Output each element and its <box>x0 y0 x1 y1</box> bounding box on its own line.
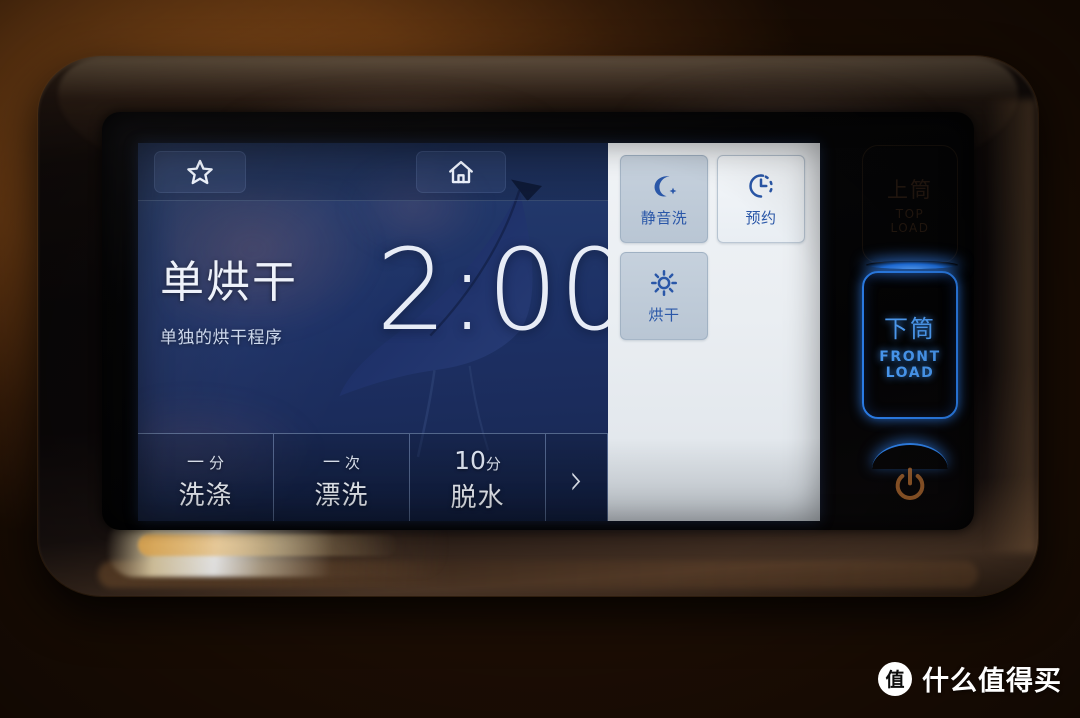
option-dry-label: 烘干 <box>648 305 680 324</box>
program-steps-bar: 一分 洗涤 一次 漂洗 10分 脱水 › <box>138 433 608 521</box>
step-spin-unit: 分 <box>485 454 501 473</box>
step-wash-value: 一分 <box>187 448 224 473</box>
photo-scene: 单烘干 单独的烘干程序 2:00 一分 洗涤 一次 漂洗 10分 脱水 › 静音… <box>0 0 1080 718</box>
remaining-time: 2:00 <box>376 226 608 356</box>
step-rinse-label: 漂洗 <box>314 480 369 511</box>
options-panel: 静音洗 预约 烘干 <box>608 143 820 521</box>
hardware-key-column: 上筒 TOP LOAD 下筒 FRONT LOAD <box>848 143 972 521</box>
home-icon <box>449 160 473 184</box>
step-spin-label: 脱水 <box>450 482 505 513</box>
option-delay-start[interactable]: 预约 <box>717 155 805 243</box>
option-quiet-wash[interactable]: 静音洗 <box>620 155 708 243</box>
step-rinse[interactable]: 一次 漂洗 <box>274 434 410 521</box>
front-load-label-cn: 下筒 <box>884 315 936 343</box>
bezel-side-gloss <box>986 99 1036 553</box>
step-wash-amount: 一 <box>186 452 209 473</box>
program-info: 单烘干 单独的烘干程序 <box>160 257 298 349</box>
top-load-button[interactable]: 上筒 TOP LOAD <box>862 145 958 263</box>
option-dry[interactable]: 烘干 <box>620 252 708 340</box>
steps-next-button[interactable]: › <box>546 434 608 521</box>
star-icon <box>187 159 213 185</box>
step-spin-amount: 10 <box>454 445 486 475</box>
step-wash-unit: 分 <box>208 453 224 472</box>
lcd-main-area: 单烘干 单独的烘干程序 2:00 一分 洗涤 一次 漂洗 10分 脱水 › <box>138 143 608 521</box>
lcd-screen[interactable]: 单烘干 单独的烘干程序 2:00 一分 洗涤 一次 漂洗 10分 脱水 › 静音… <box>138 143 820 521</box>
program-subtitle: 单独的烘干程序 <box>160 328 283 348</box>
step-rinse-value: 一次 <box>323 448 360 473</box>
top-load-label-en2: LOAD <box>890 220 930 235</box>
chevron-right-icon: › <box>569 454 584 505</box>
power-button[interactable] <box>890 465 930 505</box>
step-wash-label: 洗涤 <box>178 480 233 511</box>
bezel-specular-highlight-warm <box>138 533 398 556</box>
power-icon <box>895 467 925 500</box>
front-load-top-glow <box>866 261 958 269</box>
moon-icon <box>654 175 677 197</box>
home-button[interactable] <box>416 151 506 193</box>
sun-icon <box>650 269 677 296</box>
watermark: 值 什么值得买 <box>878 659 1062 698</box>
option-delay-start-label: 预约 <box>745 208 777 227</box>
front-load-label-en2: LOAD <box>885 365 935 381</box>
front-load-button[interactable]: 下筒 FRONT LOAD <box>862 271 958 419</box>
top-load-label-cn: 上筒 <box>887 177 933 202</box>
step-wash[interactable]: 一分 洗涤 <box>138 434 274 521</box>
step-spin[interactable]: 10分 脱水 <box>410 434 546 521</box>
options-grid: 静音洗 预约 烘干 <box>620 155 810 340</box>
watermark-text: 什么值得买 <box>922 666 1062 697</box>
lcd-top-bar <box>138 143 608 201</box>
top-load-label-en1: TOP <box>895 206 925 221</box>
option-quiet-wash-label: 静音洗 <box>640 208 688 227</box>
step-rinse-unit: 次 <box>344 453 360 472</box>
timer-icon <box>749 173 773 198</box>
watermark-badge: 值 <box>878 661 912 696</box>
favorite-button[interactable] <box>154 151 246 193</box>
program-title: 单烘干 <box>160 257 298 308</box>
front-load-label-en1: FRONT <box>879 349 941 365</box>
step-rinse-amount: 一 <box>322 452 345 473</box>
step-spin-value: 10分 <box>454 446 501 475</box>
